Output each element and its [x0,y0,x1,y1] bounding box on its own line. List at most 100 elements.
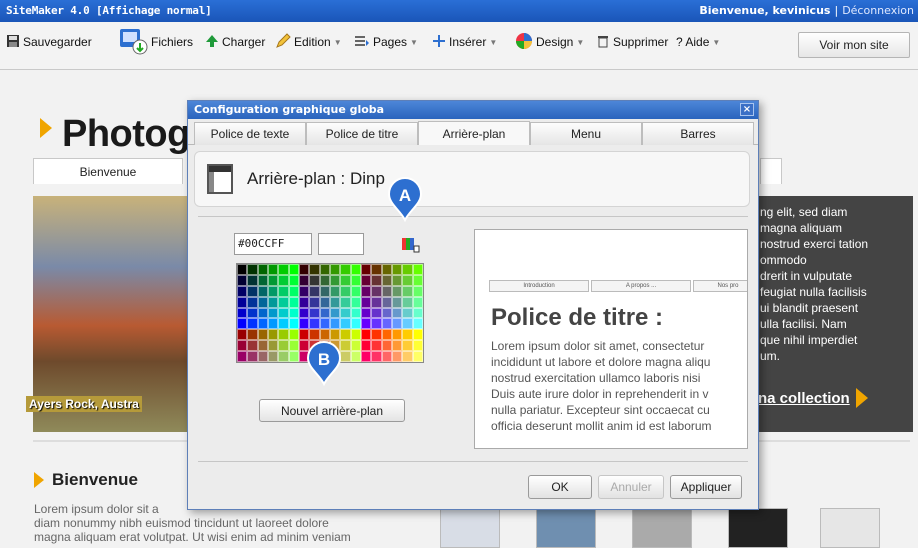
color-cell[interactable] [329,318,341,330]
color-cell[interactable] [319,264,330,275]
insert-menu[interactable]: Insérer ▼ [432,30,497,54]
color-cell[interactable] [360,340,372,352]
color-cell[interactable] [350,296,361,308]
color-cell[interactable] [412,351,423,362]
files-button[interactable]: Fichiers [118,26,193,58]
color-cell[interactable] [278,340,289,352]
color-cell[interactable] [288,340,299,352]
color-cell[interactable] [247,318,258,330]
color-cell[interactable] [298,307,310,319]
color-cell[interactable] [298,318,310,330]
close-icon[interactable]: × [740,103,754,116]
color-cell[interactable] [381,264,392,275]
color-cell[interactable] [267,351,279,362]
color-cell[interactable] [278,329,289,341]
color-cell[interactable] [319,274,330,286]
logout-link[interactable]: Déconnexion [842,4,914,17]
color-cell[interactable] [247,340,258,352]
color-cell[interactable] [360,351,372,362]
color-cell[interactable] [329,285,341,297]
color-cell[interactable] [319,329,330,341]
color-cell[interactable] [391,351,403,362]
color-cell[interactable] [371,307,382,319]
color-cell[interactable] [340,264,351,275]
color-cell[interactable] [257,307,268,319]
color-cell[interactable] [381,296,392,308]
color-cell[interactable] [350,274,361,286]
color-cell[interactable] [412,340,423,352]
color-cell[interactable] [257,296,268,308]
color-cell[interactable] [402,296,413,308]
color-cell[interactable] [288,351,299,362]
color-cell[interactable] [371,340,382,352]
ok-button[interactable]: OK [528,475,592,499]
color-cell[interactable] [350,307,361,319]
pages-menu[interactable]: Pages ▼ [354,30,418,54]
color-cell[interactable] [267,307,279,319]
color-cell[interactable] [381,274,392,286]
color-cell[interactable] [371,296,382,308]
color-cell[interactable] [381,318,392,330]
color-cell[interactable] [247,329,258,341]
color-cell[interactable] [412,274,423,286]
color-cell[interactable] [391,264,403,275]
help-menu[interactable]: ? Aide ▼ [676,30,720,54]
color-cell[interactable] [340,285,351,297]
color-cell[interactable] [391,340,403,352]
color-cell[interactable] [267,264,279,275]
color-cell[interactable] [360,274,372,286]
color-cell[interactable] [237,264,248,275]
color-cell[interactable] [391,296,403,308]
color-cell[interactable] [391,307,403,319]
color-cell[interactable] [319,318,330,330]
color-cell[interactable] [402,285,413,297]
color-cell[interactable] [412,264,423,275]
color-cell[interactable] [288,264,299,275]
color-cell[interactable] [288,307,299,319]
color-cell[interactable] [237,307,248,319]
color-cell[interactable] [340,274,351,286]
color-cell[interactable] [402,274,413,286]
color-swatch[interactable] [318,233,364,255]
color-cell[interactable] [278,318,289,330]
color-cell[interactable] [391,285,403,297]
color-picker-icon[interactable] [400,236,420,254]
color-cell[interactable] [371,264,382,275]
color-cell[interactable] [257,329,268,341]
color-cell[interactable] [329,264,341,275]
gallery-thumbnail[interactable] [536,508,596,548]
color-cell[interactable] [309,307,320,319]
color-cell[interactable] [237,274,248,286]
color-cell[interactable] [319,307,330,319]
gallery-thumbnail[interactable] [632,508,692,548]
tab-menu[interactable]: Menu [530,122,642,145]
color-cell[interactable] [288,329,299,341]
tab-barres[interactable]: Barres [642,122,754,145]
color-cell[interactable] [319,296,330,308]
color-cell[interactable] [360,264,372,275]
color-cell[interactable] [257,264,268,275]
cancel-button[interactable]: Annuler [598,475,664,499]
color-cell[interactable] [371,285,382,297]
color-cell[interactable] [247,307,258,319]
color-cell[interactable] [309,329,320,341]
color-cell[interactable] [412,318,423,330]
color-cell[interactable] [360,285,372,297]
color-cell[interactable] [340,329,351,341]
color-cell[interactable] [288,318,299,330]
color-cell[interactable] [237,340,248,352]
color-cell[interactable] [267,285,279,297]
apply-button[interactable]: Appliquer [670,475,742,499]
gallery-thumbnail[interactable] [728,508,788,548]
color-cell[interactable] [381,307,392,319]
color-cell[interactable] [350,318,361,330]
color-cell[interactable] [371,318,382,330]
color-cell[interactable] [350,285,361,297]
color-cell[interactable] [402,351,413,362]
color-cell[interactable] [381,329,392,341]
color-cell[interactable] [402,329,413,341]
color-cell[interactable] [257,274,268,286]
color-cell[interactable] [247,296,258,308]
color-cell[interactable] [288,274,299,286]
color-cell[interactable] [391,274,403,286]
